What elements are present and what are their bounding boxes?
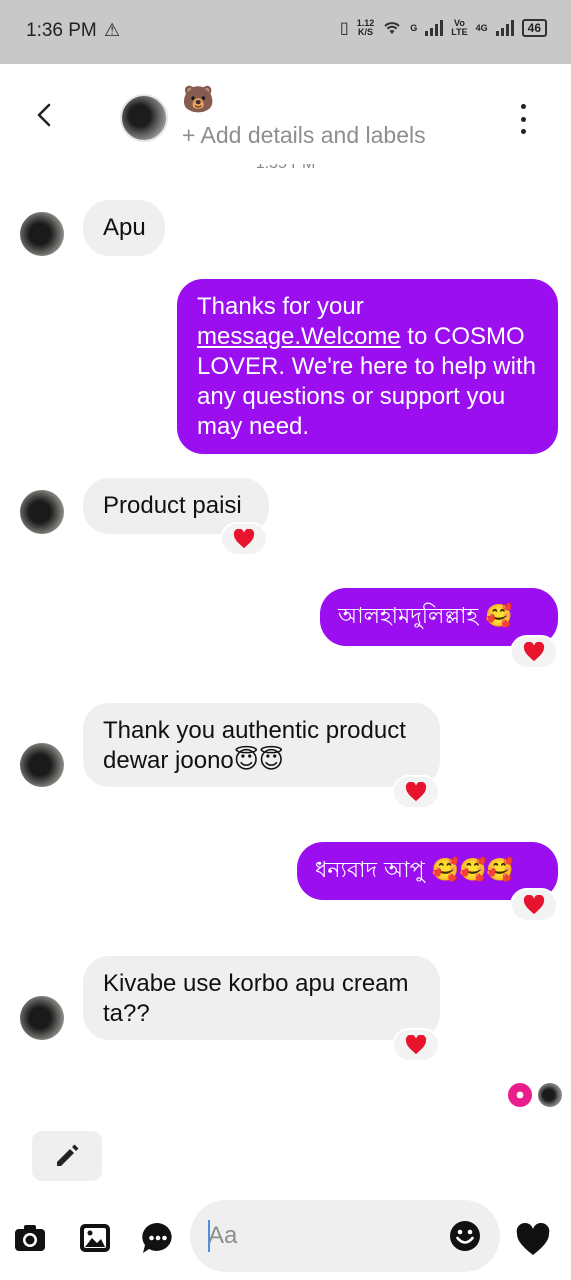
battery-icon: 46 bbox=[521, 19, 547, 37]
back-arrow-icon[interactable] bbox=[30, 100, 60, 130]
message-input-box[interactable] bbox=[190, 1200, 500, 1272]
contact-name-emoji[interactable]: 🐻 bbox=[182, 84, 214, 115]
signal-icon-2 bbox=[495, 20, 514, 36]
reaction-badge[interactable] bbox=[510, 888, 558, 922]
network-speed: 1.12 K/S bbox=[357, 19, 375, 37]
heart-reaction-icon bbox=[405, 1035, 427, 1055]
message-bubble-incoming[interactable]: Apu bbox=[83, 200, 165, 256]
message-bubble-incoming[interactable]: Thank you authentic product dewar joono😇… bbox=[83, 703, 440, 787]
seen-avatar-contact bbox=[538, 1083, 562, 1107]
heart-reaction-icon bbox=[523, 642, 545, 662]
gallery-icon[interactable] bbox=[77, 1220, 113, 1256]
sender-avatar[interactable] bbox=[20, 743, 64, 787]
message-link[interactable]: message.Welcome bbox=[197, 323, 401, 350]
timestamp-text: 1:35 PM bbox=[256, 164, 316, 172]
reaction-badge[interactable] bbox=[510, 635, 558, 669]
message-bubble-incoming[interactable]: Kivabe use korbo apu cream ta?? bbox=[83, 956, 440, 1040]
timestamp-partial: 1:35 PM bbox=[0, 164, 571, 176]
chat-sticker-icon[interactable] bbox=[140, 1220, 176, 1256]
reaction-badge[interactable] bbox=[392, 1028, 440, 1062]
message-text: ধন্যবাদ আপু 🥰🥰🥰 bbox=[315, 858, 514, 883]
reaction-badge[interactable] bbox=[392, 775, 440, 809]
pencil-icon bbox=[57, 1144, 79, 1166]
message-input[interactable] bbox=[208, 1218, 448, 1254]
message-composer bbox=[0, 1200, 571, 1280]
wifi-icon bbox=[384, 22, 400, 34]
reaction-badge[interactable] bbox=[220, 522, 268, 556]
message-text: Apu bbox=[103, 214, 146, 241]
emoji-icon[interactable] bbox=[448, 1219, 482, 1253]
heart-reaction-icon bbox=[233, 529, 255, 549]
net-label-2: 4G bbox=[475, 22, 488, 33]
sender-avatar[interactable] bbox=[20, 490, 64, 534]
status-time: 1:36 PM bbox=[26, 20, 97, 41]
message-text: আলহামদুলিল্লাহ 🥰 bbox=[338, 604, 513, 629]
add-details-link[interactable]: + Add details and labels bbox=[182, 122, 426, 149]
seen-avatar-page bbox=[508, 1083, 532, 1107]
edit-button[interactable] bbox=[32, 1131, 102, 1181]
message-text: Thank you authentic product dewar joono😇… bbox=[103, 717, 406, 774]
volte-bottom: LTE bbox=[451, 27, 468, 37]
message-text: Kivabe use korbo apu cream ta?? bbox=[103, 970, 409, 1027]
message-bubble-outgoing[interactable]: Thanks for your message.Welcome to COSMO… bbox=[177, 279, 558, 454]
heart-reaction-icon bbox=[405, 782, 427, 802]
sender-avatar[interactable] bbox=[20, 212, 64, 256]
status-icons: ▯ 1.12 K/S G Vo LTE 4G 46 bbox=[340, 18, 547, 38]
more-options-icon[interactable] bbox=[510, 104, 536, 134]
status-bar: 1:36 PM ⚠ ▯ 1.12 K/S G Vo LTE 4G 46 bbox=[0, 0, 571, 64]
warning-icon: ⚠ bbox=[104, 20, 121, 40]
vibrate-icon: ▯ bbox=[339, 20, 349, 37]
network-speed-unit: K/S bbox=[357, 27, 373, 37]
contact-avatar[interactable] bbox=[120, 94, 168, 142]
chat-header: 🐻 + Add details and labels bbox=[0, 64, 571, 172]
heart-reaction-icon bbox=[523, 895, 545, 915]
signal-icon-1 bbox=[425, 20, 444, 36]
message-text: Product paisi bbox=[103, 492, 242, 519]
volte-label: Vo LTE bbox=[451, 19, 467, 37]
message-text-part-1: Thanks for your bbox=[197, 293, 364, 320]
camera-icon[interactable] bbox=[12, 1220, 48, 1256]
heart-like-icon[interactable] bbox=[515, 1222, 551, 1258]
net-label-1: G bbox=[410, 22, 418, 33]
sender-avatar[interactable] bbox=[20, 996, 64, 1040]
